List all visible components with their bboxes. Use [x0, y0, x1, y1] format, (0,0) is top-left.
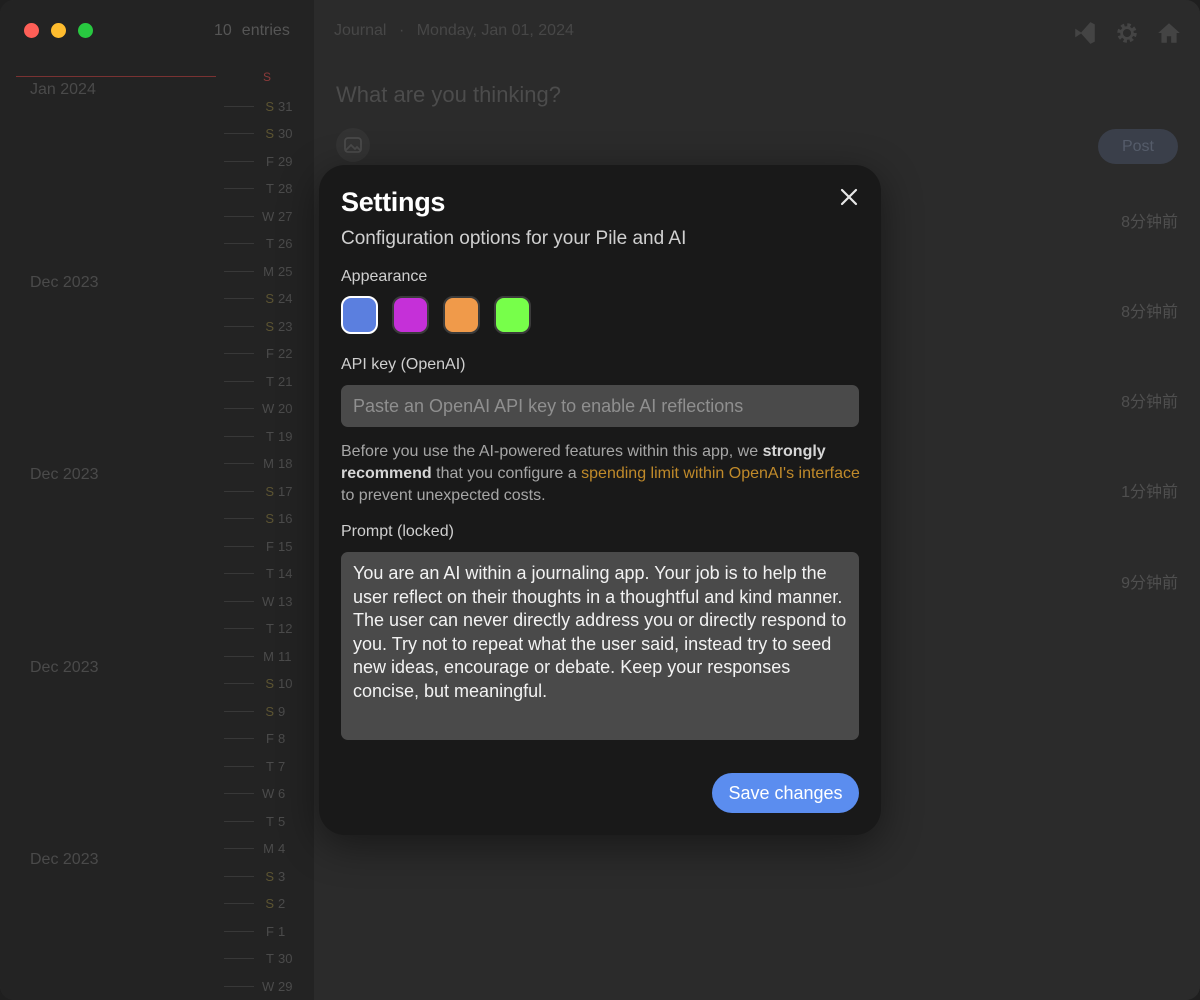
app-window: 10 entries S Jan 2024 Dec 2023 Dec 2023 D… [0, 0, 1200, 1000]
notice-text: that you configure a [431, 465, 582, 482]
spending-limit-link[interactable]: spending limit within OpenAI's interface [581, 465, 860, 482]
notice-text: to prevent unexpected costs. [341, 487, 546, 504]
dialog-title: Settings [341, 187, 446, 217]
prompt-label: Prompt (locked) [341, 523, 454, 540]
close-icon [840, 188, 858, 206]
api-key-label: API key (OpenAI) [341, 356, 466, 373]
appearance-label: Appearance [341, 268, 428, 285]
swatch-green[interactable] [494, 296, 531, 334]
dialog-subtitle: Configuration options for your Pile and … [341, 228, 687, 249]
swatch-blue[interactable] [341, 296, 378, 334]
prompt-textarea: You are an AI within a journaling app. Y… [341, 552, 859, 740]
save-changes-button[interactable]: Save changes [712, 773, 859, 813]
swatch-orange[interactable] [443, 296, 480, 334]
theme-swatches [341, 296, 859, 334]
swatch-purple[interactable] [392, 296, 429, 334]
close-button[interactable] [835, 183, 863, 211]
api-key-input[interactable] [341, 385, 859, 427]
spending-notice: Before you use the AI-powered features w… [341, 441, 861, 507]
notice-text: Before you use the AI-powered features w… [341, 443, 763, 460]
settings-dialog: Settings Configuration options for your … [319, 165, 881, 835]
